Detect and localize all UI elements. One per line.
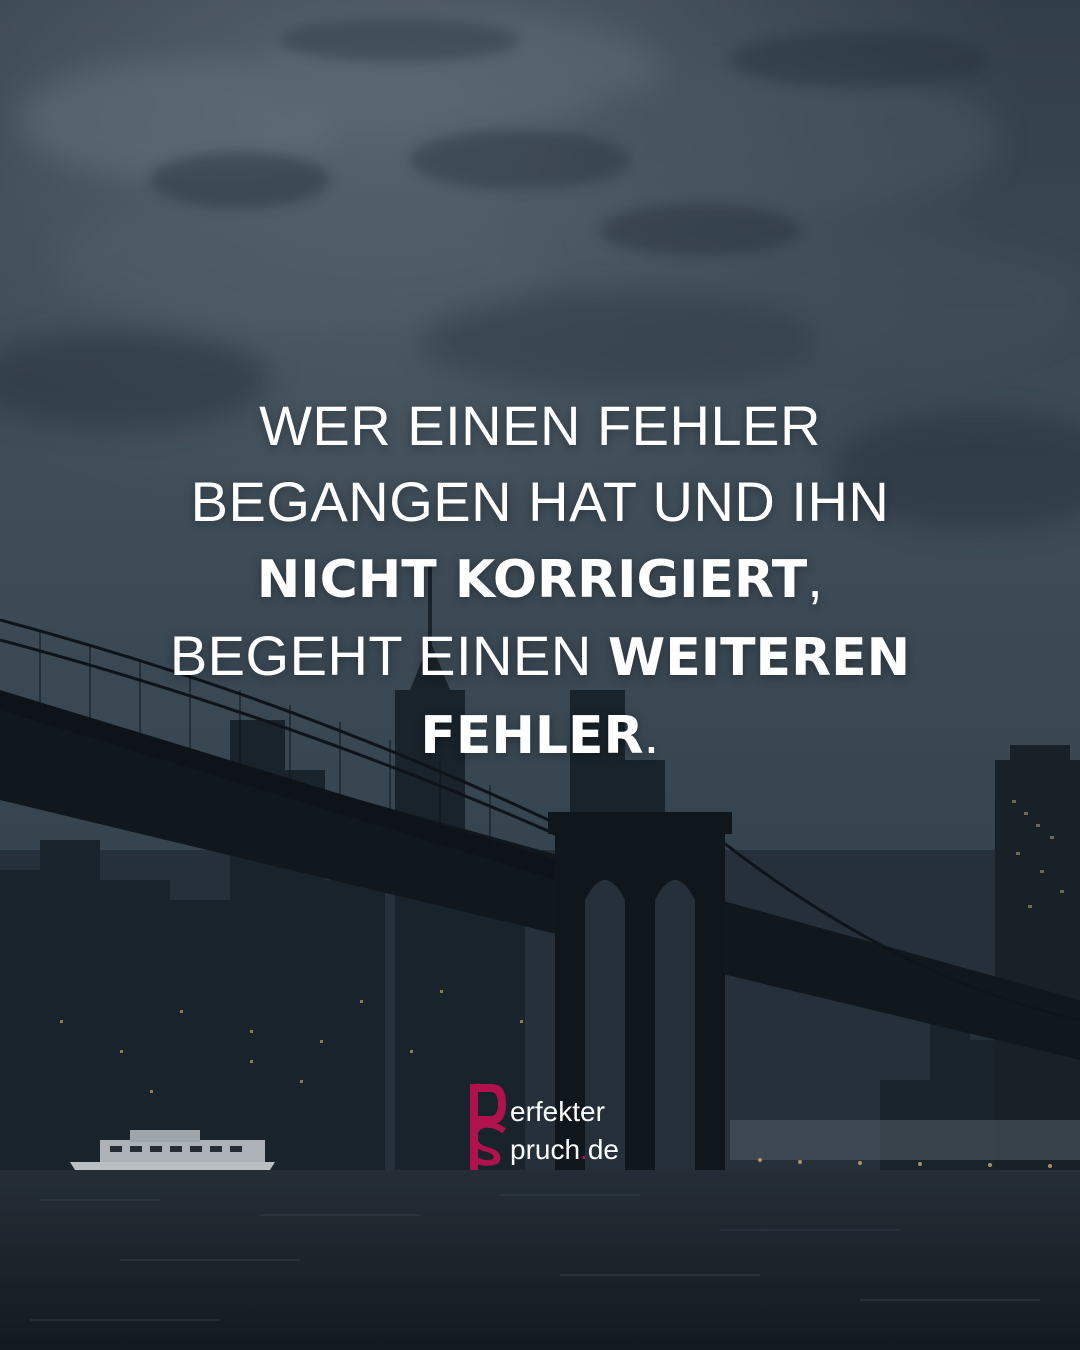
quote-image: WER EINEN FEHLER BEGANGEN HAT UND IHN NI… <box>0 0 1080 1350</box>
quote-emphasis-another: WEITEREN <box>607 628 911 688</box>
quote-line-5: FEHLER. <box>420 702 660 766</box>
quote-line-1: WER EINEN FEHLER <box>259 394 821 457</box>
quote-line-4: BEGEHT EINEN WEITEREN <box>169 624 911 688</box>
logo-text-line-2: pruch.de <box>510 1134 619 1165</box>
perfekter-spruch-logo: erfekter pruch.de <box>468 1082 668 1172</box>
ps-logo-mark-icon <box>470 1084 506 1170</box>
quote-emphasis-not-corrected: NICHT KORRIGIERT <box>256 550 808 610</box>
quote-line-3: NICHT KORRIGIERT, <box>256 546 824 610</box>
quote-emphasis-mistake: FEHLER <box>420 706 644 766</box>
quote-text: WER EINEN FEHLER BEGANGEN HAT UND IHN NI… <box>0 388 1080 774</box>
logo-text-line-1: erfekter <box>510 1096 605 1127</box>
quote-line-2: BEGANGEN HAT UND IHN <box>190 470 890 533</box>
